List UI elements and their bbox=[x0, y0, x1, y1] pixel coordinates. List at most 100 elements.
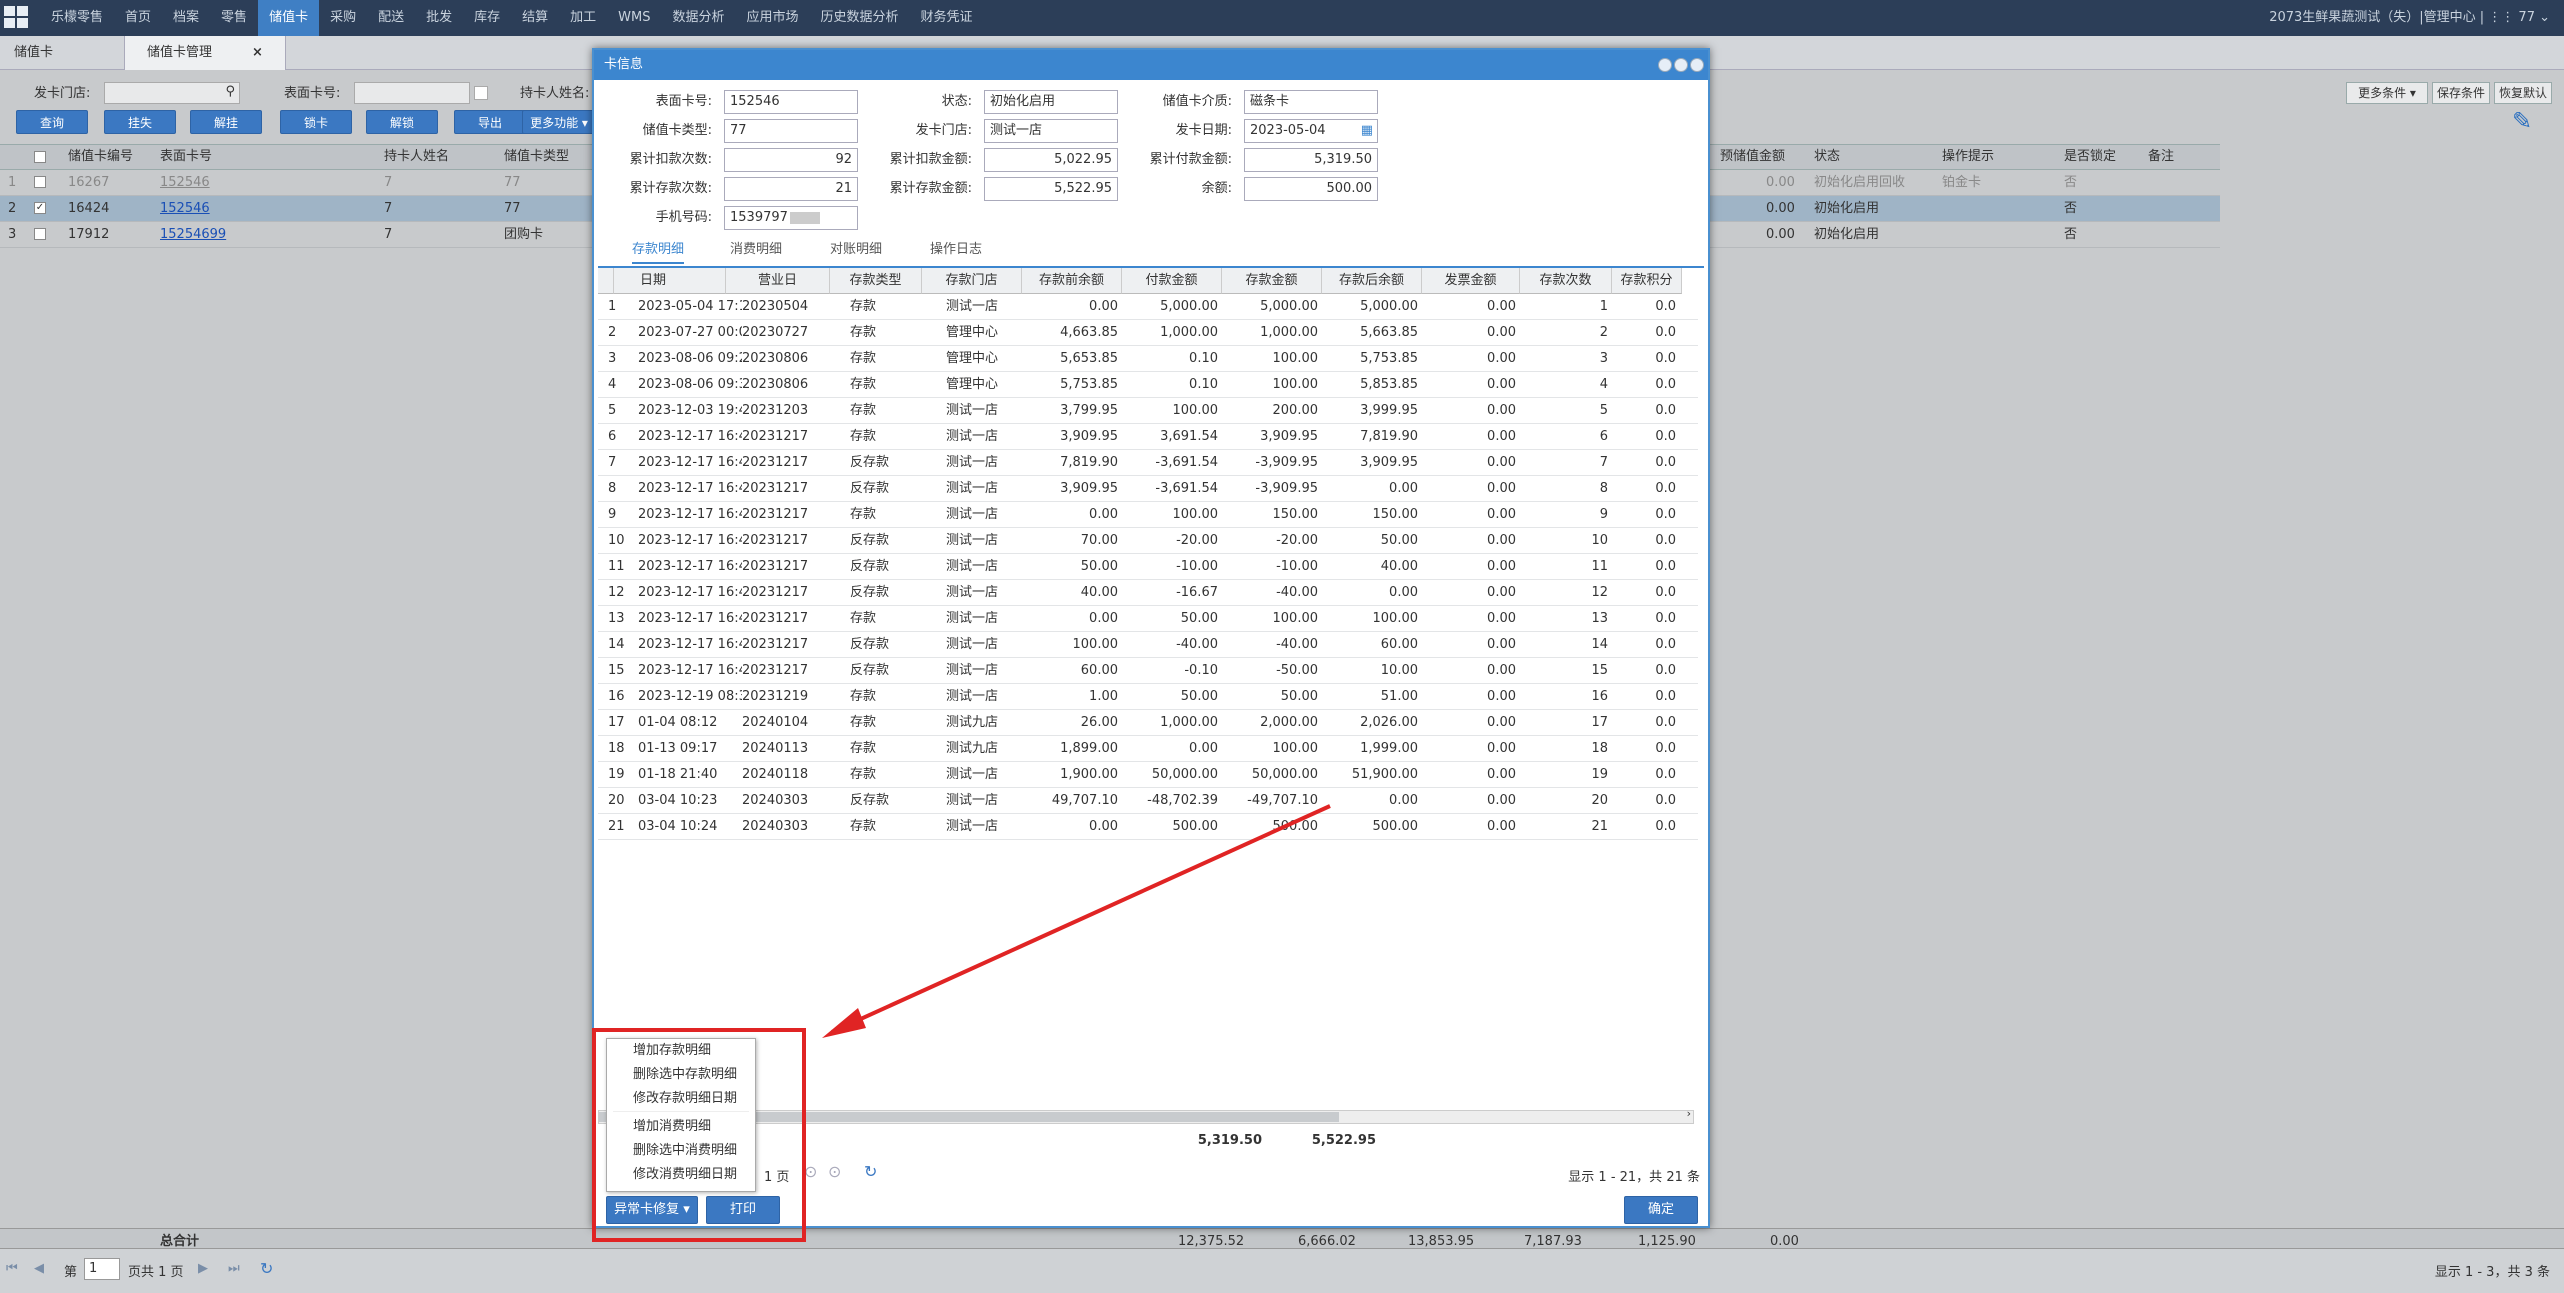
toolbar-button[interactable]: 解锁 bbox=[366, 110, 438, 134]
more-conditions-button[interactable]: 更多条件 ▾ bbox=[2346, 82, 2428, 104]
detail-cell: -40.00 bbox=[1176, 637, 1218, 652]
row-checkbox[interactable]: ✓ bbox=[34, 202, 46, 214]
detail-column-header[interactable]: 存款次数 bbox=[1520, 268, 1612, 294]
nav-item[interactable]: 批发 bbox=[415, 0, 463, 36]
detail-column-header[interactable]: 存款类型 bbox=[830, 268, 922, 294]
debit-count-field[interactable]: 92 bbox=[724, 148, 858, 172]
minimize-icon[interactable] bbox=[1674, 58, 1688, 72]
nav-item[interactable]: 零售 bbox=[210, 0, 258, 36]
nav-item[interactable]: 数据分析 bbox=[662, 0, 736, 36]
col-tip[interactable]: 操作提示 bbox=[1942, 145, 1994, 169]
col-surface-no[interactable]: 表面卡号 bbox=[160, 145, 212, 169]
nav-item[interactable]: 财务凭证 bbox=[910, 0, 984, 36]
toolbar-button[interactable]: 导出 bbox=[454, 110, 526, 134]
next-page-icon[interactable]: ⊙ bbox=[804, 1162, 817, 1181]
tab-card-management[interactable]: 储值卡管理 × bbox=[124, 36, 286, 70]
card-type-field[interactable]: 77 bbox=[724, 119, 858, 143]
detail-cell: 1 bbox=[1599, 299, 1608, 314]
col-prestore[interactable]: 预储值金额 bbox=[1720, 145, 1785, 169]
row-checkbox[interactable] bbox=[34, 176, 46, 188]
detail-cell: 20240118 bbox=[742, 767, 809, 782]
last-page-icon[interactable]: ⏭ bbox=[228, 1261, 240, 1276]
nav-item[interactable]: 首页 bbox=[114, 0, 162, 36]
page-number-input[interactable]: 1 bbox=[84, 1258, 120, 1280]
deposit-amount-field[interactable]: 5,522.95 bbox=[984, 177, 1118, 201]
nav-item[interactable]: 加工 bbox=[559, 0, 607, 36]
detail-column-header[interactable]: 存款后余额 bbox=[1322, 268, 1422, 294]
close-tab-icon[interactable]: × bbox=[252, 45, 263, 60]
cell-card[interactable]: 15254699 bbox=[160, 222, 226, 247]
detail-column-header[interactable]: 存款前余额 bbox=[1022, 268, 1122, 294]
detail-cell: 0.0 bbox=[1655, 637, 1676, 652]
confirm-button[interactable]: 确定 bbox=[1624, 1196, 1698, 1224]
refresh-icon[interactable]: ↻ bbox=[864, 1162, 877, 1181]
select-all-checkbox[interactable] bbox=[34, 151, 46, 163]
detail-cell: 20240113 bbox=[742, 741, 809, 756]
save-conditions-button[interactable]: 保存条件 bbox=[2432, 82, 2490, 104]
col-remark[interactable]: 备注 bbox=[2148, 145, 2174, 169]
toolbar-button[interactable]: 挂失 bbox=[104, 110, 176, 134]
toolbar-button[interactable]: 锁卡 bbox=[280, 110, 352, 134]
detail-column-header[interactable]: 存款积分 bbox=[1612, 268, 1682, 294]
nav-item[interactable]: 采购 bbox=[319, 0, 367, 36]
col-holder[interactable]: 持卡人姓名 bbox=[384, 145, 449, 169]
debit-amount-field[interactable]: 5,022.95 bbox=[984, 148, 1118, 172]
nav-item[interactable]: 结算 bbox=[511, 0, 559, 36]
scroll-right-icon[interactable]: › bbox=[1687, 1107, 1691, 1120]
edit-icon[interactable]: ✎ bbox=[2512, 108, 2542, 134]
medium-field[interactable]: 磁条卡 bbox=[1244, 90, 1378, 114]
detail-column-header[interactable]: 营业日 bbox=[726, 268, 830, 294]
pay-amount-field[interactable]: 5,319.50 bbox=[1244, 148, 1378, 172]
refresh-icon[interactable]: ↻ bbox=[260, 1259, 273, 1278]
nav-item[interactable]: 储值卡 bbox=[258, 0, 320, 36]
nav-item[interactable]: 应用市场 bbox=[736, 0, 810, 36]
surface-no-field[interactable]: 152546 bbox=[724, 90, 858, 114]
tab-deposit-detail[interactable]: 存款明细 bbox=[632, 238, 685, 264]
nav-item[interactable]: 配送 bbox=[367, 0, 415, 36]
detail-column-header[interactable]: 存款金额 bbox=[1222, 268, 1322, 294]
prev-page-icon[interactable]: ◀ bbox=[34, 1261, 44, 1276]
cell-card[interactable]: 152546 bbox=[160, 170, 210, 195]
detail-column-header[interactable]: 付款金额 bbox=[1122, 268, 1222, 294]
col-status[interactable]: 状态 bbox=[1814, 145, 1840, 169]
issue-store-field[interactable]: 测试一店 bbox=[984, 119, 1118, 143]
detail-column-header[interactable]: 日期 bbox=[614, 268, 726, 294]
nav-item[interactable]: 档案 bbox=[162, 0, 210, 36]
surface-filter-checkbox[interactable] bbox=[474, 86, 488, 100]
cell-card[interactable]: 152546 bbox=[160, 196, 210, 221]
tab-consume-detail[interactable]: 消费明细 bbox=[730, 238, 782, 262]
store-filter-input[interactable]: ⚲ bbox=[104, 82, 240, 104]
col-card-id[interactable]: 储值卡编号 bbox=[68, 145, 133, 169]
close-icon[interactable] bbox=[1690, 58, 1704, 72]
toolbar-button[interactable]: 更多功能 ▾ bbox=[522, 110, 596, 134]
settings-icon[interactable] bbox=[1658, 58, 1672, 72]
last-page-icon[interactable]: ⊙ bbox=[828, 1162, 841, 1181]
tab-reconcile-detail[interactable]: 对账明细 bbox=[830, 238, 882, 262]
toolbar-button[interactable]: 查询 bbox=[16, 110, 88, 134]
tab-stored-card[interactable]: 储值卡 bbox=[14, 36, 53, 70]
phone-field[interactable]: 1539797 bbox=[724, 206, 858, 230]
calendar-icon[interactable]: ▦ bbox=[1361, 120, 1373, 142]
issue-date-field[interactable]: 2023-05-04 ▦ bbox=[1244, 119, 1378, 143]
app-logo-icon[interactable] bbox=[4, 6, 30, 30]
surface-filter-input[interactable] bbox=[354, 82, 470, 104]
nav-item[interactable]: 库存 bbox=[463, 0, 511, 36]
deposit-count-field[interactable]: 21 bbox=[724, 177, 858, 201]
nav-item[interactable]: 乐檬零售 bbox=[40, 0, 114, 36]
search-icon[interactable]: ⚲ bbox=[225, 84, 235, 99]
col-locked[interactable]: 是否锁定 bbox=[2064, 145, 2116, 169]
nav-item[interactable]: 历史数据分析 bbox=[810, 0, 910, 36]
detail-column-header[interactable]: 存款门店 bbox=[922, 268, 1022, 294]
first-page-icon[interactable]: ⏮ bbox=[6, 1261, 18, 1276]
next-page-icon[interactable]: ▶ bbox=[198, 1261, 208, 1276]
toolbar-button[interactable]: 解挂 bbox=[190, 110, 262, 134]
row-checkbox[interactable] bbox=[34, 228, 46, 240]
tab-operation-log[interactable]: 操作日志 bbox=[930, 238, 982, 262]
status-field[interactable]: 初始化启用 bbox=[984, 90, 1118, 114]
col-card-type[interactable]: 储值卡类型 bbox=[504, 145, 569, 169]
nav-item[interactable]: WMS bbox=[607, 0, 661, 36]
balance-field[interactable]: 500.00 bbox=[1244, 177, 1378, 201]
reset-conditions-button[interactable]: 恢复默认 bbox=[2494, 82, 2552, 104]
detail-column-header[interactable]: 发票金额 bbox=[1422, 268, 1520, 294]
user-info[interactable]: 2073生鲜果蔬测试（失）|管理中心 | ⋮⋮ 77 ⌄ bbox=[2269, 0, 2550, 36]
